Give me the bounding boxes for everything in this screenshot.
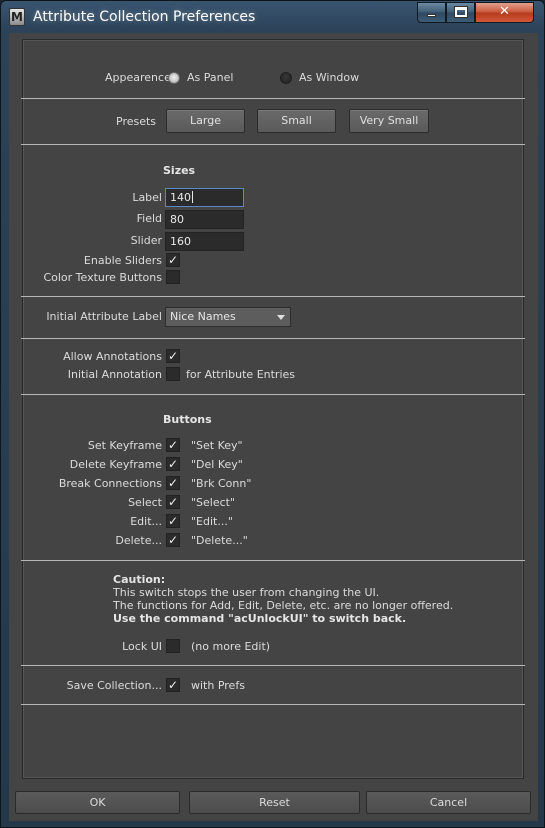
cancel-button[interactable]: Cancel (366, 791, 531, 814)
maximize-icon (454, 7, 467, 17)
select-label: Select (128, 496, 162, 509)
maximize-button[interactable] (446, 2, 475, 23)
window-title: Attribute Collection Preferences (33, 9, 256, 25)
maya-icon[interactable]: M (9, 8, 25, 26)
initial-attribute-dropdown[interactable]: Nice Names (165, 307, 291, 327)
initial-annotation-label: Initial Annotation (67, 368, 162, 381)
radio-as-window[interactable] (280, 72, 292, 84)
client-area: Appearence As Panel As Window Presets La… (9, 33, 538, 821)
lock-ui-label: Lock UI (122, 640, 162, 653)
color-texture-checkbox[interactable] (166, 270, 180, 284)
preferences-window: M Attribute Collection Preferences ✕ App… (0, 0, 545, 828)
separator (21, 296, 525, 297)
delete-text: "Delete..." (191, 534, 248, 547)
delete-keyframe-label: Delete Keyframe (69, 458, 162, 471)
enable-sliders-checkbox[interactable]: ✓ (166, 253, 180, 267)
initial-attribute-value: Nice Names (170, 310, 236, 323)
caution-line-3: Use the command "acUnlockUI" to switch b… (113, 612, 407, 625)
set-keyframe-label: Set Keyframe (87, 439, 162, 452)
caution-line-1: This switch stops the user from changing… (113, 586, 380, 599)
save-collection-suffix: with Prefs (191, 679, 245, 692)
lock-ui-suffix: (no more Edit) (191, 640, 271, 653)
allow-annotations-label: Allow Annotations (63, 350, 162, 363)
sizes-heading: Sizes (163, 164, 196, 177)
as-panel-label: As Panel (187, 71, 234, 84)
slider-size-label: Slider (130, 234, 162, 247)
initial-annotation-checkbox[interactable] (166, 367, 180, 381)
separator (21, 338, 525, 339)
caution-title: Caution: (113, 573, 166, 586)
as-window-label: As Window (299, 71, 360, 84)
reset-button[interactable]: Reset (189, 791, 360, 814)
field-size-label: Field (136, 212, 162, 225)
enable-sliders-label: Enable Sliders (83, 254, 162, 267)
appearance-label: Appearence (105, 71, 171, 84)
ok-button[interactable]: OK (15, 791, 180, 814)
title-bar[interactable]: M Attribute Collection Preferences ✕ (1, 1, 544, 33)
caution-line-2: The functions for Add, Edit, Delete, etc… (113, 599, 454, 612)
save-collection-label: Save Collection... (66, 679, 162, 692)
text-caret (192, 191, 193, 203)
allow-annotations-checkbox[interactable]: ✓ (166, 349, 180, 363)
initial-attribute-label: Initial Attribute Label (46, 310, 162, 323)
field-size-input[interactable]: 80 (165, 210, 244, 229)
radio-as-panel[interactable] (168, 72, 180, 84)
minimize-icon (427, 14, 436, 17)
preferences-panel (22, 39, 524, 779)
preset-very-small-button[interactable]: Very Small (349, 109, 429, 133)
presets-label: Presets (116, 115, 157, 128)
preset-large-button[interactable]: Large (166, 109, 245, 133)
delete-checkbox[interactable]: ✓ (166, 533, 180, 547)
separator (21, 560, 525, 561)
initial-annotation-suffix: for Attribute Entries (186, 368, 296, 381)
edit-label: Edit... (130, 515, 162, 528)
break-connections-label: Break Connections (58, 477, 162, 490)
separator (21, 394, 525, 395)
edit-checkbox[interactable]: ✓ (166, 514, 180, 528)
preset-small-button[interactable]: Small (257, 109, 336, 133)
color-texture-label: Color Texture Buttons (43, 271, 162, 284)
close-icon: ✕ (499, 4, 510, 19)
close-button[interactable]: ✕ (475, 2, 534, 23)
select-text: "Select" (191, 496, 236, 509)
minimize-button[interactable] (417, 2, 446, 23)
label-size-input[interactable]: 140 (165, 188, 244, 207)
label-size-label: Label (132, 191, 162, 204)
separator (21, 98, 525, 99)
break-connections-text: "Brk Conn" (191, 477, 252, 490)
chevron-down-icon (277, 315, 285, 320)
slider-size-input[interactable]: 160 (165, 232, 244, 251)
delete-keyframe-text: "Del Key" (191, 458, 243, 471)
save-collection-checkbox[interactable]: ✓ (166, 678, 180, 692)
lock-ui-checkbox[interactable] (166, 639, 180, 653)
label-size-value: 140 (170, 191, 191, 204)
separator (21, 665, 525, 666)
set-keyframe-text: "Set Key" (191, 439, 243, 452)
separator (21, 704, 525, 705)
set-keyframe-checkbox[interactable]: ✓ (166, 438, 180, 452)
edit-text: "Edit..." (191, 515, 233, 528)
delete-label: Delete... (115, 534, 162, 547)
separator (21, 144, 525, 145)
delete-keyframe-checkbox[interactable]: ✓ (166, 457, 180, 471)
select-checkbox[interactable]: ✓ (166, 495, 180, 509)
buttons-heading: Buttons (163, 413, 212, 426)
break-connections-checkbox[interactable]: ✓ (166, 476, 180, 490)
